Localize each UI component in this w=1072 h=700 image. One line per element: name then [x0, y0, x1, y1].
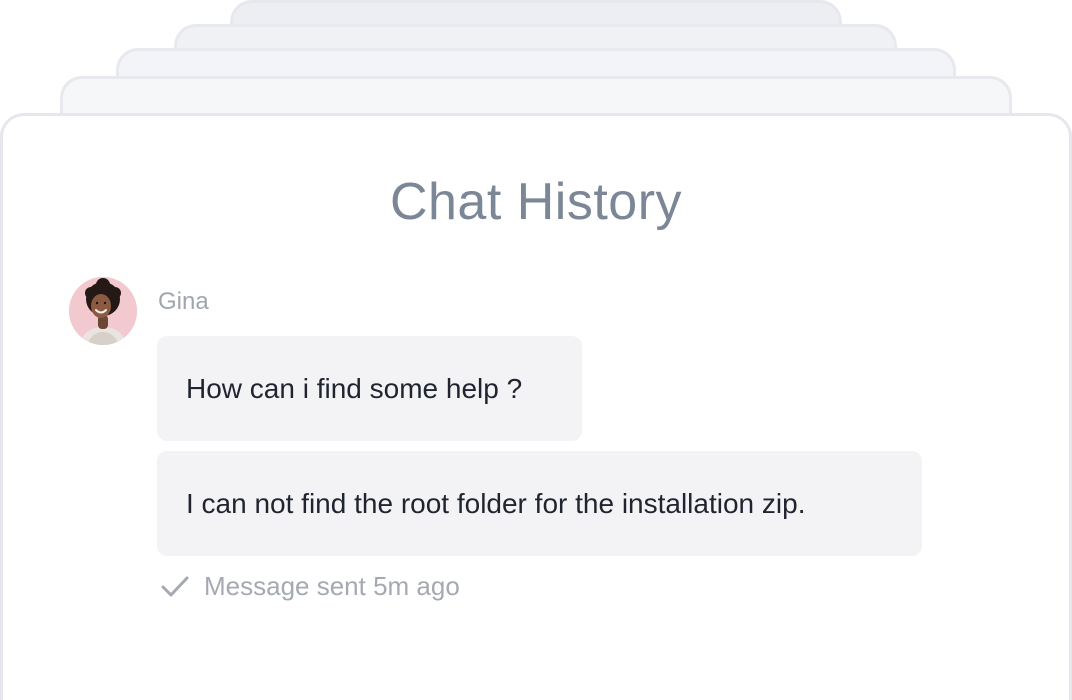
message-status: Message sent 5m ago — [160, 571, 460, 602]
avatar-photo-icon — [69, 277, 137, 345]
message-bubble: I can not find the root folder for the i… — [157, 451, 922, 556]
chat-history-widget: Chat History Gina How can i find some he… — [0, 0, 1072, 700]
chat-card: Chat History Gina How can i find some he… — [0, 113, 1072, 700]
message-text: I can not find the root folder for the i… — [186, 487, 806, 519]
page-title: Chat History — [389, 173, 683, 231]
sender-name: Gina — [158, 288, 209, 315]
status-text: Message sent 5m ago — [204, 571, 460, 601]
check-icon — [161, 576, 189, 596]
message-bubble: How can i find some help ? — [157, 336, 582, 441]
avatar[interactable] — [69, 277, 137, 345]
message-text: How can i find some help ? — [186, 372, 523, 404]
